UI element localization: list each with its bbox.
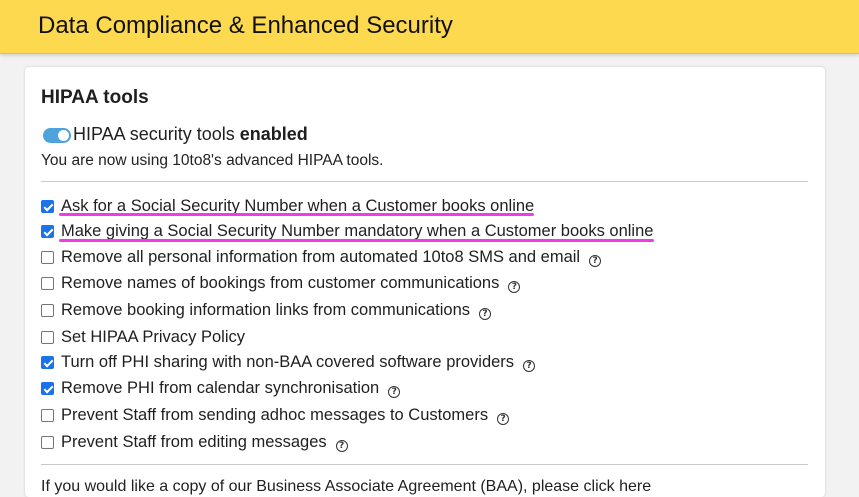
question-circle-icon[interactable]: ? [335,440,348,452]
option-label-text: Turn off PHI sharing with non-BAA covere… [61,353,515,371]
option-label-text: Make giving a Social Security Number man… [61,222,654,240]
option-label-text: Prevent Staff from editing messages [61,433,327,451]
baa-info-text: If you would like a copy of our Business… [41,478,652,495]
annotation-underline [59,239,654,242]
page-header: Data Compliance & Enhanced Security [0,0,859,54]
hipaa-tools-card: HIPAA tools HIPAA security tools enabled… [25,67,825,497]
question-circle-icon[interactable]: ? [388,386,401,398]
status-text: You are now using 10to8's advanced HIPAA… [41,152,384,169]
toggle-knob [58,130,69,141]
question-circle-icon[interactable]: ? [497,413,510,425]
question-circle-icon[interactable]: ? [508,281,521,293]
toggle-label-text: HIPAA security tools [73,124,235,144]
option-checkbox[interactable] [41,304,54,317]
divider [41,464,808,465]
option-label-text: Remove names of bookings from customer c… [61,274,500,292]
option-label[interactable]: Remove names of bookings from customer c… [61,273,521,293]
hipaa-toggle[interactable] [43,128,71,143]
page-title: Data Compliance & Enhanced Security [38,12,453,39]
question-circle-icon[interactable]: ? [523,360,536,372]
option-label[interactable]: Set HIPAA Privacy Policy [61,327,245,347]
divider [41,181,808,182]
annotation-underline [59,213,534,216]
option-checkbox[interactable] [41,251,54,264]
option-checkbox[interactable] [41,436,54,449]
option-label-text: Set HIPAA Privacy Policy [61,328,246,346]
option-checkbox[interactable] [41,277,54,290]
option-label[interactable]: Turn off PHI sharing with non-BAA covere… [61,352,536,372]
option-label[interactable]: Remove all personal information from aut… [61,247,602,267]
toggle-state-text: enabled [239,124,308,144]
option-label[interactable]: Remove booking information links from co… [61,300,492,320]
option-label-text: Remove booking information links from co… [61,301,471,319]
option-label[interactable]: Make giving a Social Security Number man… [61,221,653,241]
option-label-text: Remove all personal information from aut… [61,248,581,266]
question-circle-icon[interactable]: ? [479,308,492,320]
option-checkbox[interactable] [41,225,54,238]
option-checkbox[interactable] [41,356,54,369]
option-label[interactable]: Remove PHI from calendar synchronisation… [61,378,401,398]
option-label-text: Remove PHI from calendar synchronisation [61,379,380,397]
option-label[interactable]: Prevent Staff from editing messages? [61,432,348,452]
option-checkbox[interactable] [41,331,54,344]
option-checkbox[interactable] [41,409,54,422]
option-label-text: Prevent Staff from sending adhoc message… [61,406,489,424]
option-label[interactable]: Prevent Staff from sending adhoc message… [61,405,510,425]
hipaa-toggle-label: HIPAA security tools enabled [73,123,308,145]
option-checkbox[interactable] [41,382,54,395]
option-checkbox[interactable] [41,200,54,213]
question-circle-icon[interactable]: ? [589,255,602,267]
section-title: HIPAA tools [41,87,149,108]
